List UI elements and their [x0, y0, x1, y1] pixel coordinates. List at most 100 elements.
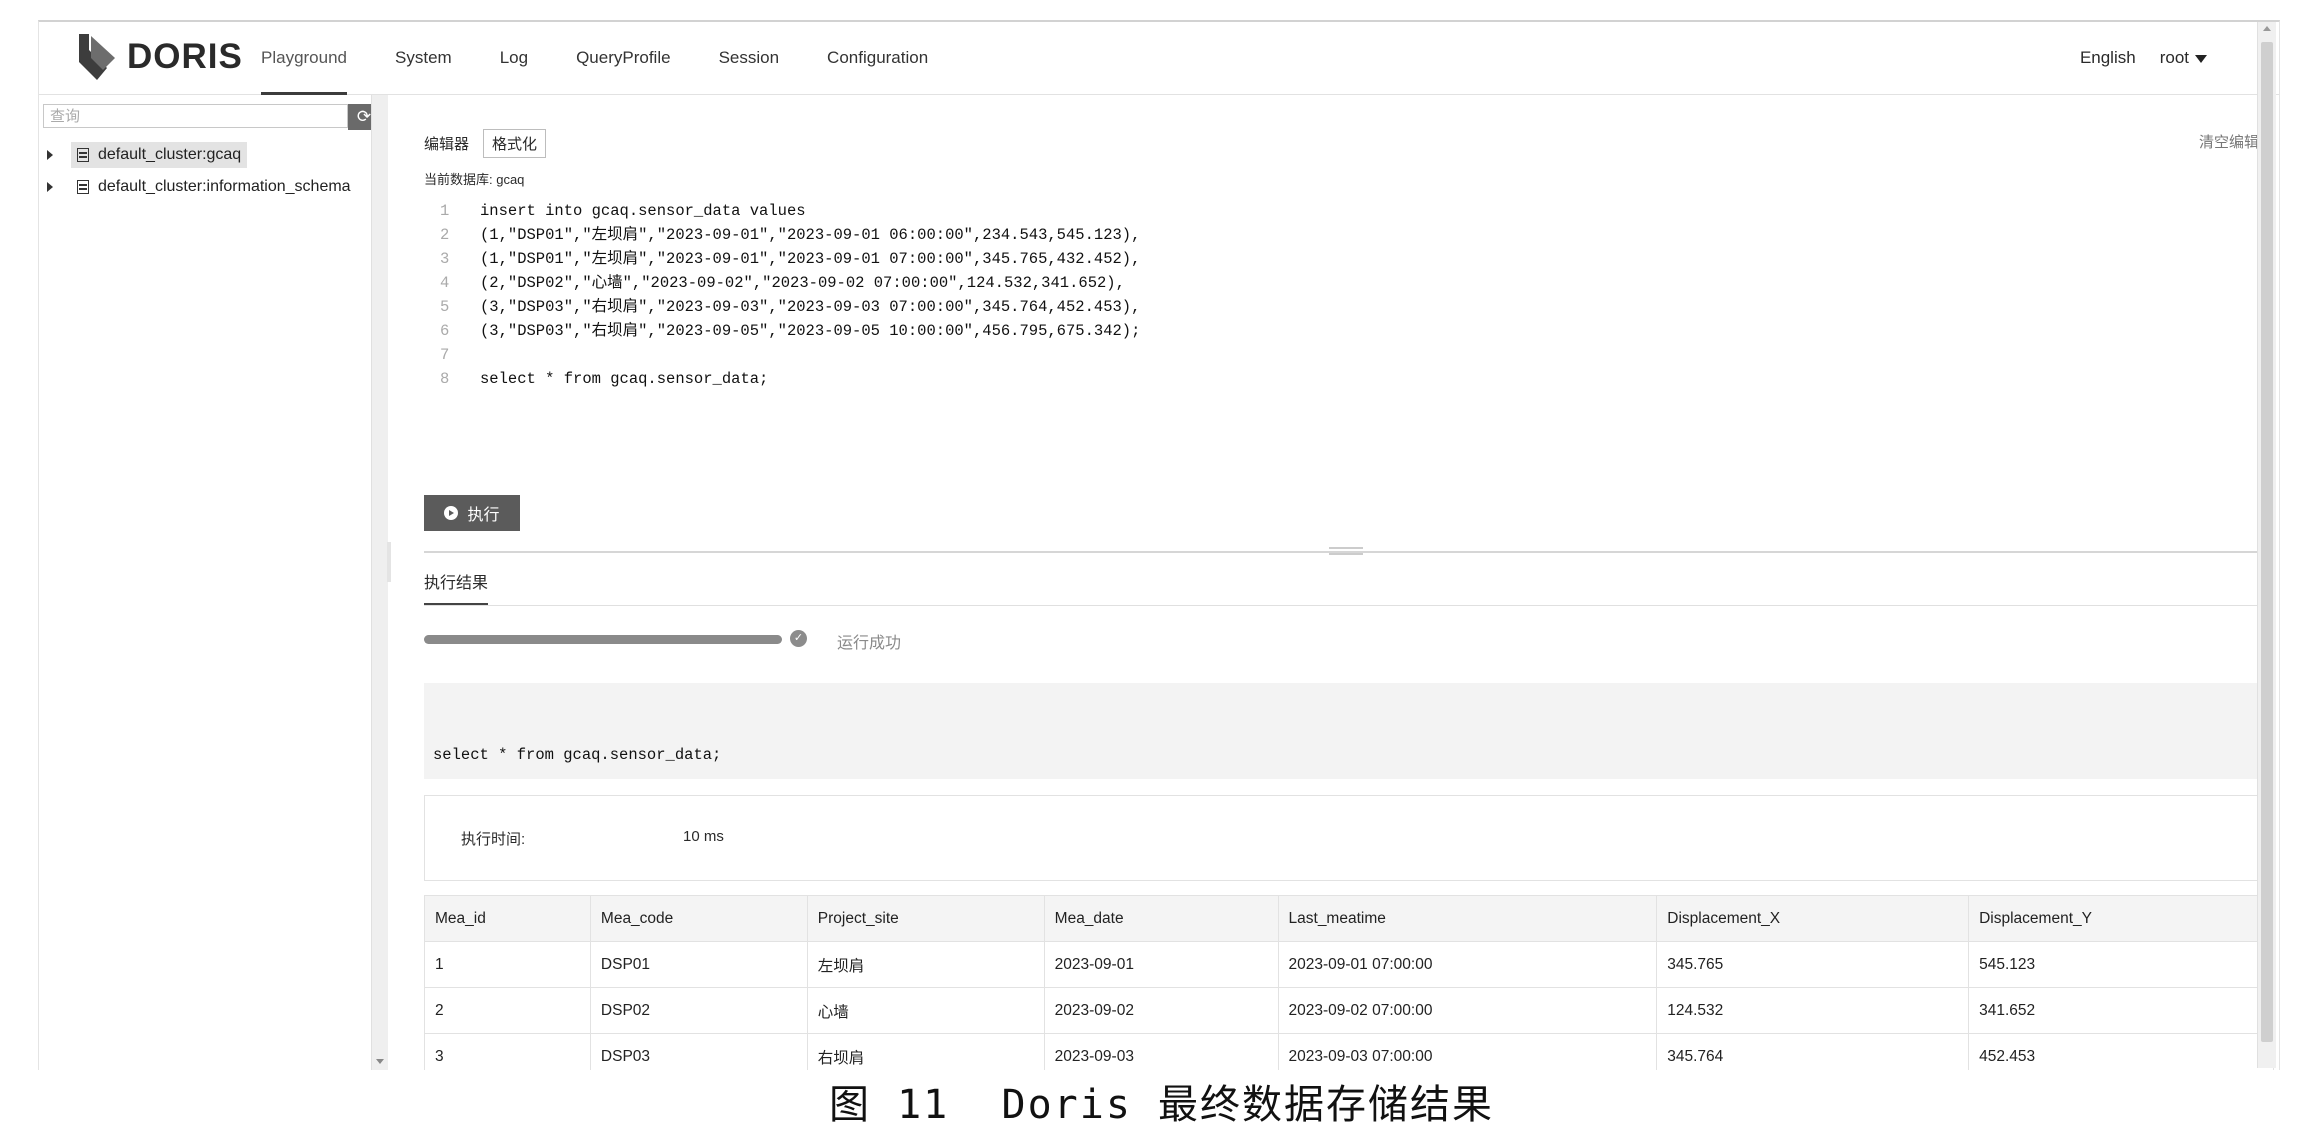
code-text: (3,"DSP03","右坝肩","2023-09-05","2023-09-0…: [480, 322, 1141, 340]
code-line: 2 (1,"DSP01","左坝肩","2023-09-01","2023-09-…: [424, 223, 2264, 247]
main-nav: Playground System Log QueryProfile Sessi…: [261, 22, 976, 95]
tree-node-label[interactable]: default_cluster:information_schema: [71, 174, 357, 200]
current-database: 当前数据库: gcaq: [424, 172, 525, 187]
check-circle-icon: ✓: [790, 630, 807, 647]
tree-node-label[interactable]: default_cluster:gcaq: [71, 142, 248, 168]
progress-bar: [424, 635, 782, 644]
resize-handle[interactable]: [1329, 547, 1363, 555]
nav-configuration[interactable]: Configuration: [827, 22, 928, 94]
tree-node-text: default_cluster:information_schema: [98, 178, 351, 195]
column-header[interactable]: Mea_date: [1043, 895, 1279, 942]
brand-name: DORIS: [127, 37, 243, 76]
code-line: 1 insert into gcaq.sensor_data values: [424, 199, 2264, 223]
line-number: 3: [440, 250, 450, 268]
database-sidebar: ⟳ default_cluster:gcaq default_cluster:i…: [39, 95, 388, 1070]
code-text: (2,"DSP02","心墙","2023-09-02","2023-09-02…: [480, 274, 1125, 292]
code-line: 5 (3,"DSP03","右坝肩","2023-09-03","2023-09-…: [424, 295, 2264, 319]
nav-right: English root: [2080, 22, 2207, 94]
playground-main: 编辑器 格式化 清空编辑器 当前数据库: gcaq 1 insert into g…: [424, 95, 2274, 1070]
table-cell: DSP03: [589, 1033, 808, 1070]
code-line: 4 (2,"DSP02","心墙","2023-09-02","2023-09-0…: [424, 271, 2264, 295]
line-number: 5: [440, 298, 450, 316]
column-header[interactable]: Mea_code: [589, 895, 808, 942]
search-input[interactable]: [43, 104, 348, 128]
table-row: 3 DSP03 右坝肩 2023-09-03 2023-09-03 07:00:…: [424, 1033, 2274, 1070]
sidebar-scrollbar[interactable]: [371, 95, 388, 1070]
column-header[interactable]: Displacement_Y: [1968, 895, 2274, 942]
executed-query-text: select * from gcaq.sensor_data;: [433, 746, 722, 764]
code-text: (1,"DSP01","左坝肩","2023-09-01","2023-09-0…: [480, 250, 1141, 268]
database-icon: [77, 180, 89, 194]
expand-arrow-icon[interactable]: [47, 182, 53, 192]
table-cell: 2023-09-02 07:00:00: [1277, 987, 1658, 1034]
table-cell: 右坝肩: [806, 1033, 1045, 1070]
line-number: 1: [440, 202, 450, 220]
code-text: (1,"DSP01","左坝肩","2023-09-01","2023-09-0…: [480, 226, 1141, 244]
play-icon: [444, 506, 459, 520]
scroll-down-icon[interactable]: [376, 1059, 384, 1064]
user-name: root: [2159, 48, 2189, 67]
table-cell: 2023-09-01 07:00:00: [1277, 941, 1658, 988]
editor-header: 编辑器 格式化: [424, 129, 547, 158]
nav-session[interactable]: Session: [719, 22, 779, 94]
table-cell: DSP01: [589, 941, 808, 988]
scrollbar-thumb[interactable]: [2261, 42, 2273, 1042]
line-number: 2: [440, 226, 450, 244]
execution-info: 执行时间: 10 ms: [424, 795, 2274, 881]
table-cell: 345.764: [1656, 1033, 1970, 1070]
sidebar-search: ⟳: [43, 104, 380, 130]
nav-log[interactable]: Log: [500, 22, 528, 94]
result-table: Mea_id Mea_code Project_site Mea_date La…: [424, 895, 2274, 1070]
table-cell: 341.652: [1968, 987, 2274, 1034]
code-text: select * from gcaq.sensor_data;: [480, 370, 769, 388]
execute-button-label: 执行: [467, 507, 500, 524]
doris-logo[interactable]: DORIS: [77, 32, 243, 82]
code-line: 3 (1,"DSP01","左坝肩","2023-09-01","2023-09-…: [424, 247, 2264, 271]
exec-time-value: 10 ms: [683, 828, 724, 845]
user-menu[interactable]: root: [2160, 48, 2207, 68]
format-button[interactable]: 格式化: [483, 129, 547, 158]
table-header-row: Mea_id Mea_code Project_site Mea_date La…: [424, 895, 2274, 942]
column-header[interactable]: Mea_id: [424, 895, 591, 942]
table-row: 2 DSP02 心墙 2023-09-02 2023-09-02 07:00:0…: [424, 987, 2274, 1034]
table-cell: 2023-09-02: [1043, 987, 1279, 1034]
nav-system[interactable]: System: [395, 22, 452, 94]
table-cell: 2023-09-01: [1043, 941, 1279, 988]
column-header[interactable]: Displacement_X: [1656, 895, 1970, 942]
line-number: 4: [440, 274, 450, 292]
tree-node-information-schema: default_cluster:information_schema: [39, 173, 357, 201]
column-header[interactable]: Last_meatime: [1277, 895, 1658, 942]
table-cell: 左坝肩: [806, 941, 1045, 988]
table-cell: 1: [424, 941, 591, 988]
tree-node-text: default_cluster:gcaq: [98, 146, 242, 163]
code-text: (3,"DSP03","右坝肩","2023-09-03","2023-09-0…: [480, 298, 1141, 316]
execute-button[interactable]: 执行: [424, 495, 520, 531]
nav-queryprofile[interactable]: QueryProfile: [576, 22, 670, 94]
expand-arrow-icon[interactable]: [47, 150, 53, 160]
nav-playground[interactable]: Playground: [261, 22, 348, 95]
sql-editor[interactable]: 1 insert into gcaq.sensor_data values 2 (1…: [424, 199, 2264, 459]
code-line: 8 select * from gcaq.sensor_data;: [424, 367, 2264, 391]
pane-splitter[interactable]: [387, 542, 391, 582]
table-cell: 2023-09-03 07:00:00: [1277, 1033, 1658, 1070]
column-header[interactable]: Project_site: [806, 895, 1045, 942]
table-cell: 心墙: [806, 987, 1045, 1034]
language-switch[interactable]: English: [2080, 48, 2136, 68]
editor-label: 编辑器: [424, 136, 470, 153]
doris-logo-icon: [79, 34, 115, 80]
line-number: 7: [440, 346, 450, 364]
table-cell: 452.453: [1968, 1033, 2274, 1070]
table-cell: 545.123: [1968, 941, 2274, 988]
page-scrollbar[interactable]: [2257, 22, 2276, 1068]
figure-title: Doris 最终数据存储结果: [1001, 1082, 1494, 1128]
table-row: 1 DSP01 左坝肩 2023-09-01 2023-09-01 07:00:…: [424, 941, 2274, 988]
tab-underline: [424, 605, 2274, 606]
database-icon: [77, 148, 89, 162]
tab-execution-result[interactable]: 执行结果: [424, 565, 489, 605]
code-line: 7: [424, 343, 2264, 367]
table-cell: 2: [424, 987, 591, 1034]
top-navigation-bar: DORIS Playground System Log QueryProfile…: [39, 22, 2279, 95]
figure-number: 图 11: [829, 1082, 950, 1128]
scroll-up-icon[interactable]: [2263, 26, 2271, 31]
table-cell: 124.532: [1656, 987, 1970, 1034]
